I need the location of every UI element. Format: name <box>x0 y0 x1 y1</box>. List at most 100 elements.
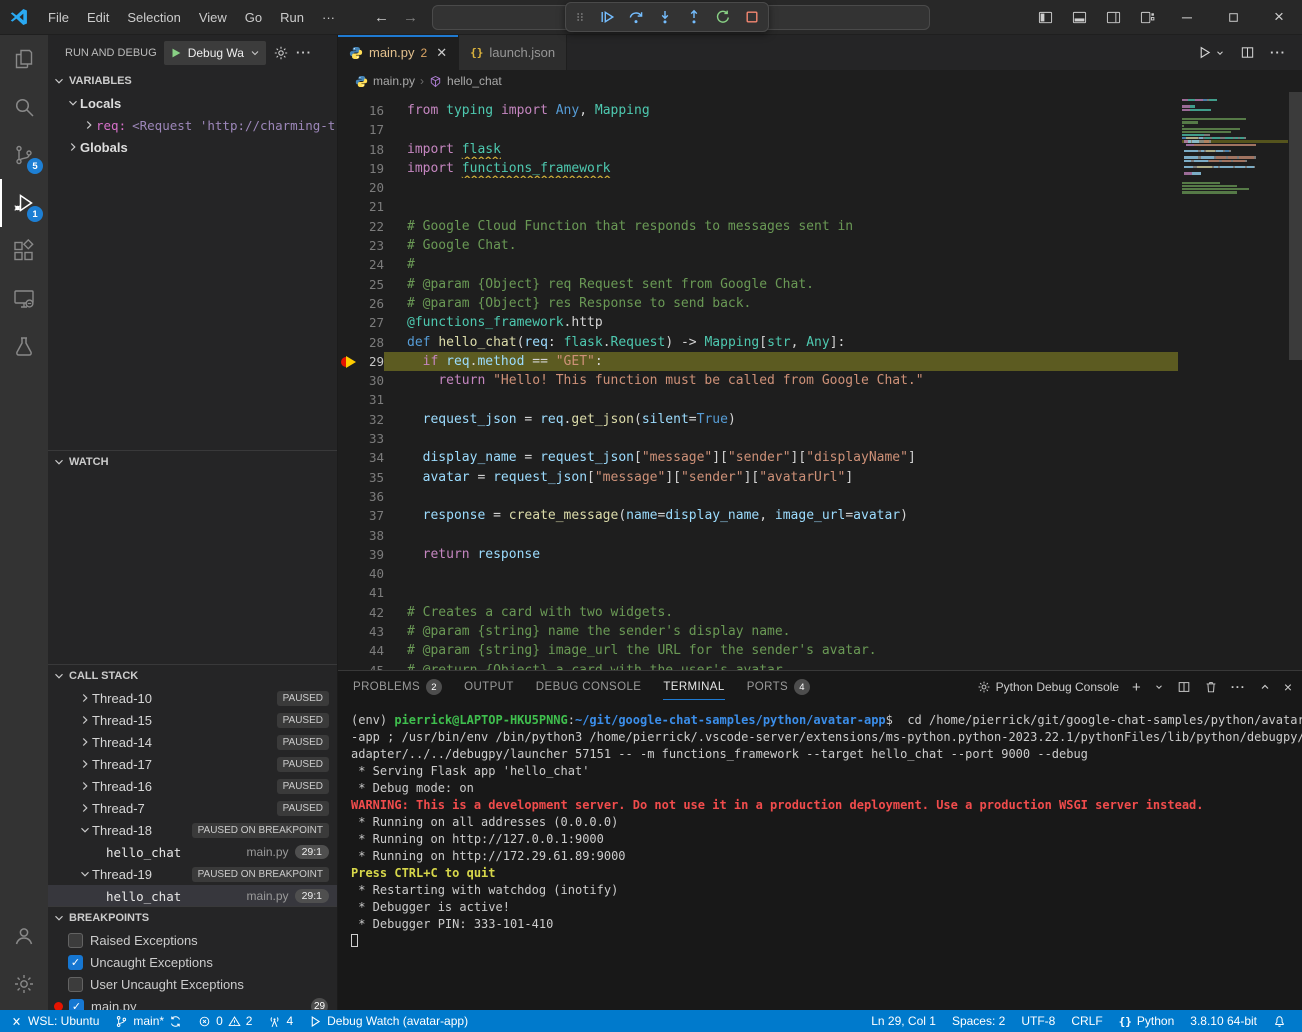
minimap[interactable] <box>1182 99 1288 195</box>
tab-main-py[interactable]: main.py 2 ✕ <box>338 35 459 70</box>
breadcrumb-item[interactable]: main.py <box>355 74 415 88</box>
activity-settings[interactable] <box>0 960 48 1008</box>
panel-tab-terminal[interactable]: TERMINAL <box>663 671 724 703</box>
gutter[interactable] <box>338 564 360 583</box>
statusbar-debug-session[interactable]: Debug Watch (avatar-app) <box>301 1010 476 1032</box>
activity-extensions[interactable] <box>0 227 48 275</box>
activity-search[interactable] <box>0 83 48 131</box>
debug-settings-gear-icon[interactable] <box>273 45 289 61</box>
gutter[interactable] <box>338 352 360 371</box>
menu-view[interactable]: View <box>190 0 236 35</box>
callstack-frame[interactable]: hello_chat main.py 29:1 <box>48 885 337 906</box>
breakpoint-item[interactable]: ✓ main.py 29 <box>48 995 337 1010</box>
panel-tab-output[interactable]: OUTPUT <box>464 671 514 703</box>
step-over-icon[interactable] <box>628 9 644 25</box>
gutter[interactable] <box>338 101 360 120</box>
breakpoint-checkbox[interactable]: ✓ <box>68 933 83 948</box>
sidebar-more-actions-icon[interactable]: ··· <box>296 45 312 60</box>
panel-more-actions-icon[interactable]: ··· <box>1231 680 1246 694</box>
scope-globals[interactable]: Globals <box>48 136 337 158</box>
statusbar-problems[interactable]: 02 <box>190 1010 260 1032</box>
activity-remote-explorer[interactable] <box>0 275 48 323</box>
callstack-thread[interactable]: Thread-7 PAUSED <box>48 797 337 819</box>
breakpoint-item[interactable]: ✓ Raised Exceptions <box>48 929 337 951</box>
gutter[interactable] <box>338 410 360 429</box>
gutter[interactable] <box>338 236 360 255</box>
start-debug-icon[interactable] <box>169 46 183 60</box>
gutter[interactable] <box>338 641 360 660</box>
statusbar-indentation[interactable]: Spaces: 2 <box>944 1010 1013 1032</box>
restart-icon[interactable] <box>715 9 731 25</box>
stop-icon[interactable] <box>744 9 760 25</box>
close-window-button[interactable]: × <box>1256 0 1302 35</box>
callstack-thread[interactable]: Thread-10 PAUSED <box>48 687 337 709</box>
scope-locals[interactable]: Locals <box>48 92 337 114</box>
activity-source-control[interactable]: 5 <box>0 131 48 179</box>
breakpoint-item[interactable]: ✓ Uncaught Exceptions <box>48 951 337 973</box>
toggle-panel-icon[interactable] <box>1062 0 1096 35</box>
tab-launch-json[interactable]: {} launch.json <box>459 35 567 70</box>
continue-icon[interactable] <box>599 9 615 25</box>
run-python-file-icon[interactable] <box>1197 45 1212 60</box>
statusbar-remote-indicator[interactable]: WSL: Ubuntu <box>2 1010 107 1032</box>
activity-testing[interactable] <box>0 323 48 371</box>
menu-go[interactable]: Go <box>236 0 271 35</box>
gutter[interactable] <box>338 159 360 178</box>
gutter[interactable] <box>338 526 360 545</box>
gutter[interactable] <box>338 313 360 332</box>
gutter[interactable] <box>338 371 360 390</box>
watch-section-header[interactable]: WATCH <box>48 451 337 473</box>
step-into-icon[interactable] <box>657 9 673 25</box>
go-back-icon[interactable]: ← <box>374 9 389 26</box>
call-stack-section-header[interactable]: CALL STACK <box>48 665 337 687</box>
toggle-secondary-sidebar-icon[interactable] <box>1096 0 1130 35</box>
menu-selection[interactable]: Selection <box>118 0 189 35</box>
debug-configuration-dropdown[interactable]: Debug Wa <box>164 41 266 65</box>
statusbar-python-version[interactable]: 3.8.10 64-bit <box>1182 1010 1265 1032</box>
statusbar-notifications[interactable] <box>1265 1010 1294 1032</box>
callstack-thread[interactable]: Thread-14 PAUSED <box>48 731 337 753</box>
gutter[interactable] <box>338 429 360 448</box>
panel-tab-problems[interactable]: PROBLEMS 2 <box>353 671 442 703</box>
close-panel-icon[interactable]: × <box>1284 679 1292 695</box>
callstack-frame[interactable]: hello_chat main.py 29:1 <box>48 841 337 863</box>
gutter[interactable] <box>338 178 360 197</box>
gutter[interactable] <box>338 197 360 216</box>
callstack-thread[interactable]: Thread-18 PAUSED ON BREAKPOINT <box>48 819 337 841</box>
terminal-output[interactable]: (env) pierrick@LAPTOP-HKU5PNNG:~/git/goo… <box>338 703 1302 1010</box>
gutter[interactable] <box>338 622 360 641</box>
close-tab-icon[interactable]: ✕ <box>436 45 447 61</box>
breakpoint-checkbox[interactable]: ✓ <box>69 999 84 1011</box>
breakpoint-checkbox[interactable]: ✓ <box>68 977 83 992</box>
gutter[interactable] <box>338 217 360 236</box>
breakpoint-item[interactable]: ✓ User Uncaught Exceptions <box>48 973 337 995</box>
gutter[interactable] <box>338 390 360 409</box>
activity-files[interactable] <box>0 35 48 83</box>
panel-tab-debug-console[interactable]: DEBUG CONSOLE <box>536 671 642 703</box>
step-out-icon[interactable] <box>686 9 702 25</box>
gutter[interactable] <box>338 545 360 564</box>
statusbar-encoding[interactable]: UTF-8 <box>1013 1010 1063 1032</box>
gutter[interactable] <box>338 468 360 487</box>
statusbar-cursor-position[interactable]: Ln 29, Col 1 <box>863 1010 944 1032</box>
activity-account[interactable] <box>0 912 48 960</box>
statusbar-ports-status[interactable]: 4 <box>260 1010 301 1032</box>
toggle-sidebar-icon[interactable] <box>1028 0 1062 35</box>
terminal-dropdown-chevron-icon[interactable] <box>1154 682 1164 692</box>
menu-more[interactable]: ··· <box>313 0 344 35</box>
gutter[interactable] <box>338 275 360 294</box>
gutter[interactable] <box>338 294 360 313</box>
split-terminal-icon[interactable] <box>1177 680 1191 694</box>
editor-more-actions-icon[interactable]: ··· <box>1270 45 1286 60</box>
gripper-icon[interactable] <box>574 9 586 25</box>
customize-layout-icon[interactable] <box>1130 0 1164 35</box>
gutter[interactable] <box>338 448 360 467</box>
variable-req[interactable]: req: <Request 'http://charming-tro… <box>48 114 337 136</box>
breakpoint-checkbox[interactable]: ✓ <box>68 955 83 970</box>
callstack-thread[interactable]: Thread-19 PAUSED ON BREAKPOINT <box>48 863 337 885</box>
breadcrumb-item[interactable]: hello_chat <box>429 74 502 88</box>
go-forward-icon[interactable]: → <box>403 9 418 26</box>
kill-terminal-icon[interactable] <box>1204 680 1218 694</box>
menu-file[interactable]: File <box>39 0 78 35</box>
gutter[interactable] <box>338 661 360 670</box>
